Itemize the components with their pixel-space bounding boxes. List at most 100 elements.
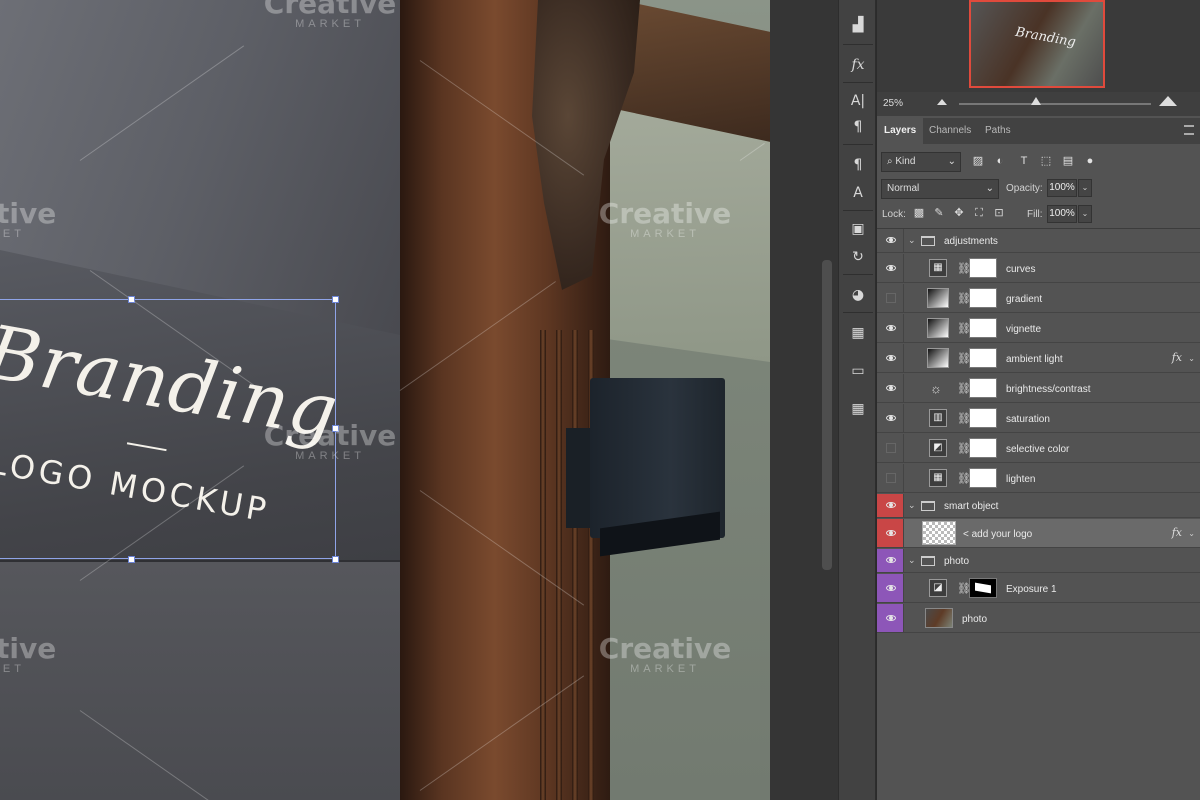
layer-selective-color[interactable]: ◩ ⛓ selective color [877,434,1200,463]
canvas-scrollbar[interactable] [822,260,832,570]
layer-mask-thumbnail[interactable] [969,288,997,308]
swatches-icon[interactable]: ◕ [845,284,871,306]
chevron-down-icon[interactable]: ⌄ [908,500,916,511]
layer-group-photo[interactable]: ⌄ photo [877,549,1200,573]
opacity-dropdown[interactable]: ⌄ [1078,179,1092,197]
transform-handle[interactable] [128,556,135,563]
layer-brightness-contrast[interactable]: ☼ ⛓ brightness/contrast [877,374,1200,403]
layer-mask-thumbnail[interactable] [969,378,997,398]
lock-position-icon[interactable]: ✥ [953,207,965,219]
layer-curves[interactable]: ▦ ⛓ curves [877,254,1200,283]
layer-mask-thumbnail[interactable] [969,408,997,428]
fx-icon[interactable]: fx [845,54,871,76]
opacity-input[interactable]: 100% [1047,179,1077,197]
visibility-toggle[interactable] [877,464,904,492]
lock-transparency-icon[interactable]: ▩ [913,207,925,219]
transform-handle[interactable] [332,556,339,563]
character-styles-icon[interactable]: A [845,182,871,204]
eye-icon[interactable] [886,502,896,508]
visibility-toggle[interactable] [877,434,904,462]
lock-brush-icon[interactable]: ✎ [933,207,945,219]
tab-paths[interactable]: Paths [985,118,1011,144]
photo-layer-thumbnail[interactable] [925,608,953,628]
visibility-toggle[interactable] [877,604,904,632]
eye-icon[interactable] [886,325,896,331]
visibility-off-box[interactable] [886,473,896,483]
transform-handle[interactable] [332,296,339,303]
libraries-icon[interactable]: ▣ [845,218,871,240]
layer-group-adjustments[interactable]: ⌄ adjustments [877,229,1200,253]
eye-icon[interactable] [886,265,896,271]
paragraph-styles-icon[interactable]: ¶ [845,154,871,176]
eye-icon[interactable] [886,237,896,243]
transform-bounding-box[interactable] [0,299,336,559]
filter-adjustment-icon[interactable]: ◐ [993,154,1007,168]
layer-add-your-logo[interactable]: < add your logo fx ⌄ [877,519,1200,548]
visibility-toggle[interactable] [877,229,904,252]
visibility-toggle[interactable] [877,284,904,312]
histogram-icon[interactable]: ▟ [845,14,871,36]
visibility-toggle[interactable] [877,404,904,432]
chevron-down-icon[interactable]: ⌄ [908,235,916,246]
tab-layers[interactable]: Layers [877,118,924,144]
visibility-toggle[interactable] [877,314,904,342]
layer-effects-icon[interactable]: fx [1172,526,1182,539]
layer-mask-thumbnail[interactable] [969,468,997,488]
lock-artboard-icon[interactable]: ⛶ [973,207,985,219]
smart-object-thumbnail[interactable] [922,521,956,545]
visibility-off-box[interactable] [886,293,896,303]
visibility-toggle[interactable] [877,574,904,602]
layer-ambient-light[interactable]: ⛓ ambient light fx ⌄ [877,344,1200,373]
visibility-toggle[interactable] [877,549,904,572]
tab-channels[interactable]: Channels [929,118,971,144]
layer-photo[interactable]: photo [877,604,1200,633]
fill-dropdown[interactable]: ⌄ [1078,205,1092,223]
layer-mask-thumbnail[interactable] [969,258,997,278]
layer-mask-thumbnail[interactable] [969,348,997,368]
layer-gradient[interactable]: ⛓ gradient [877,284,1200,313]
paragraph-icon[interactable]: ¶ [845,116,871,138]
eye-icon[interactable] [886,415,896,421]
zoom-slider-thumb[interactable] [1031,97,1041,105]
panel-menu-icon[interactable] [1184,125,1194,135]
fill-input[interactable]: 100% [1047,205,1077,223]
document-canvas[interactable]: Branding LOGO MOCKUP Creative MARKET Cre… [0,0,770,800]
chevron-down-icon[interactable]: ⌄ [1188,354,1195,363]
layer-vignette[interactable]: ⛓ vignette [877,314,1200,343]
patterns-icon[interactable]: ▦ [845,398,871,420]
layer-effects-icon[interactable]: fx [1172,351,1182,364]
zoom-in-icon[interactable] [1159,96,1177,106]
filter-shape-icon[interactable]: ⬚ [1039,154,1053,168]
eye-icon[interactable] [886,615,896,621]
eye-icon[interactable] [886,557,896,563]
filter-pixel-icon[interactable]: ▨ [971,154,985,168]
visibility-toggle[interactable] [877,519,904,547]
layer-saturation[interactable]: ▥ ⛓ saturation [877,404,1200,433]
layer-mask-thumbnail[interactable] [969,318,997,338]
layer-mask-thumbnail[interactable] [969,438,997,458]
chevron-down-icon[interactable]: ⌄ [908,555,916,566]
eye-icon[interactable] [886,585,896,591]
filter-toggle-icon[interactable]: ● [1083,154,1097,168]
visibility-toggle[interactable] [877,374,904,402]
blend-mode-select[interactable]: Normal ⌄ [881,179,999,199]
zoom-level[interactable]: 25% [883,98,903,109]
character-icon[interactable]: A| [845,90,871,112]
visibility-toggle[interactable] [877,344,904,372]
layer-lighten[interactable]: ▦ ⛓ lighten [877,464,1200,493]
navigator-preview[interactable]: Branding [969,0,1105,88]
adjustments-icon[interactable]: ▦ [845,322,871,344]
eye-icon[interactable] [886,385,896,391]
filter-kind-select[interactable]: ⌕ Kind ⌄ [881,152,961,172]
visibility-toggle[interactable] [877,494,904,517]
layer-mask-thumbnail[interactable] [969,578,997,598]
lock-all-icon[interactable]: ⊡ [993,207,1005,219]
history-icon[interactable]: ↻ [845,246,871,268]
gradients-icon[interactable]: ▭ [845,360,871,382]
visibility-off-box[interactable] [886,443,896,453]
visibility-toggle[interactable] [877,254,904,282]
layer-group-smart-object[interactable]: ⌄ smart object [877,494,1200,518]
zoom-out-icon[interactable] [937,99,947,105]
eye-icon[interactable] [886,530,896,536]
filter-smart-object-icon[interactable]: ▤ [1061,154,1075,168]
